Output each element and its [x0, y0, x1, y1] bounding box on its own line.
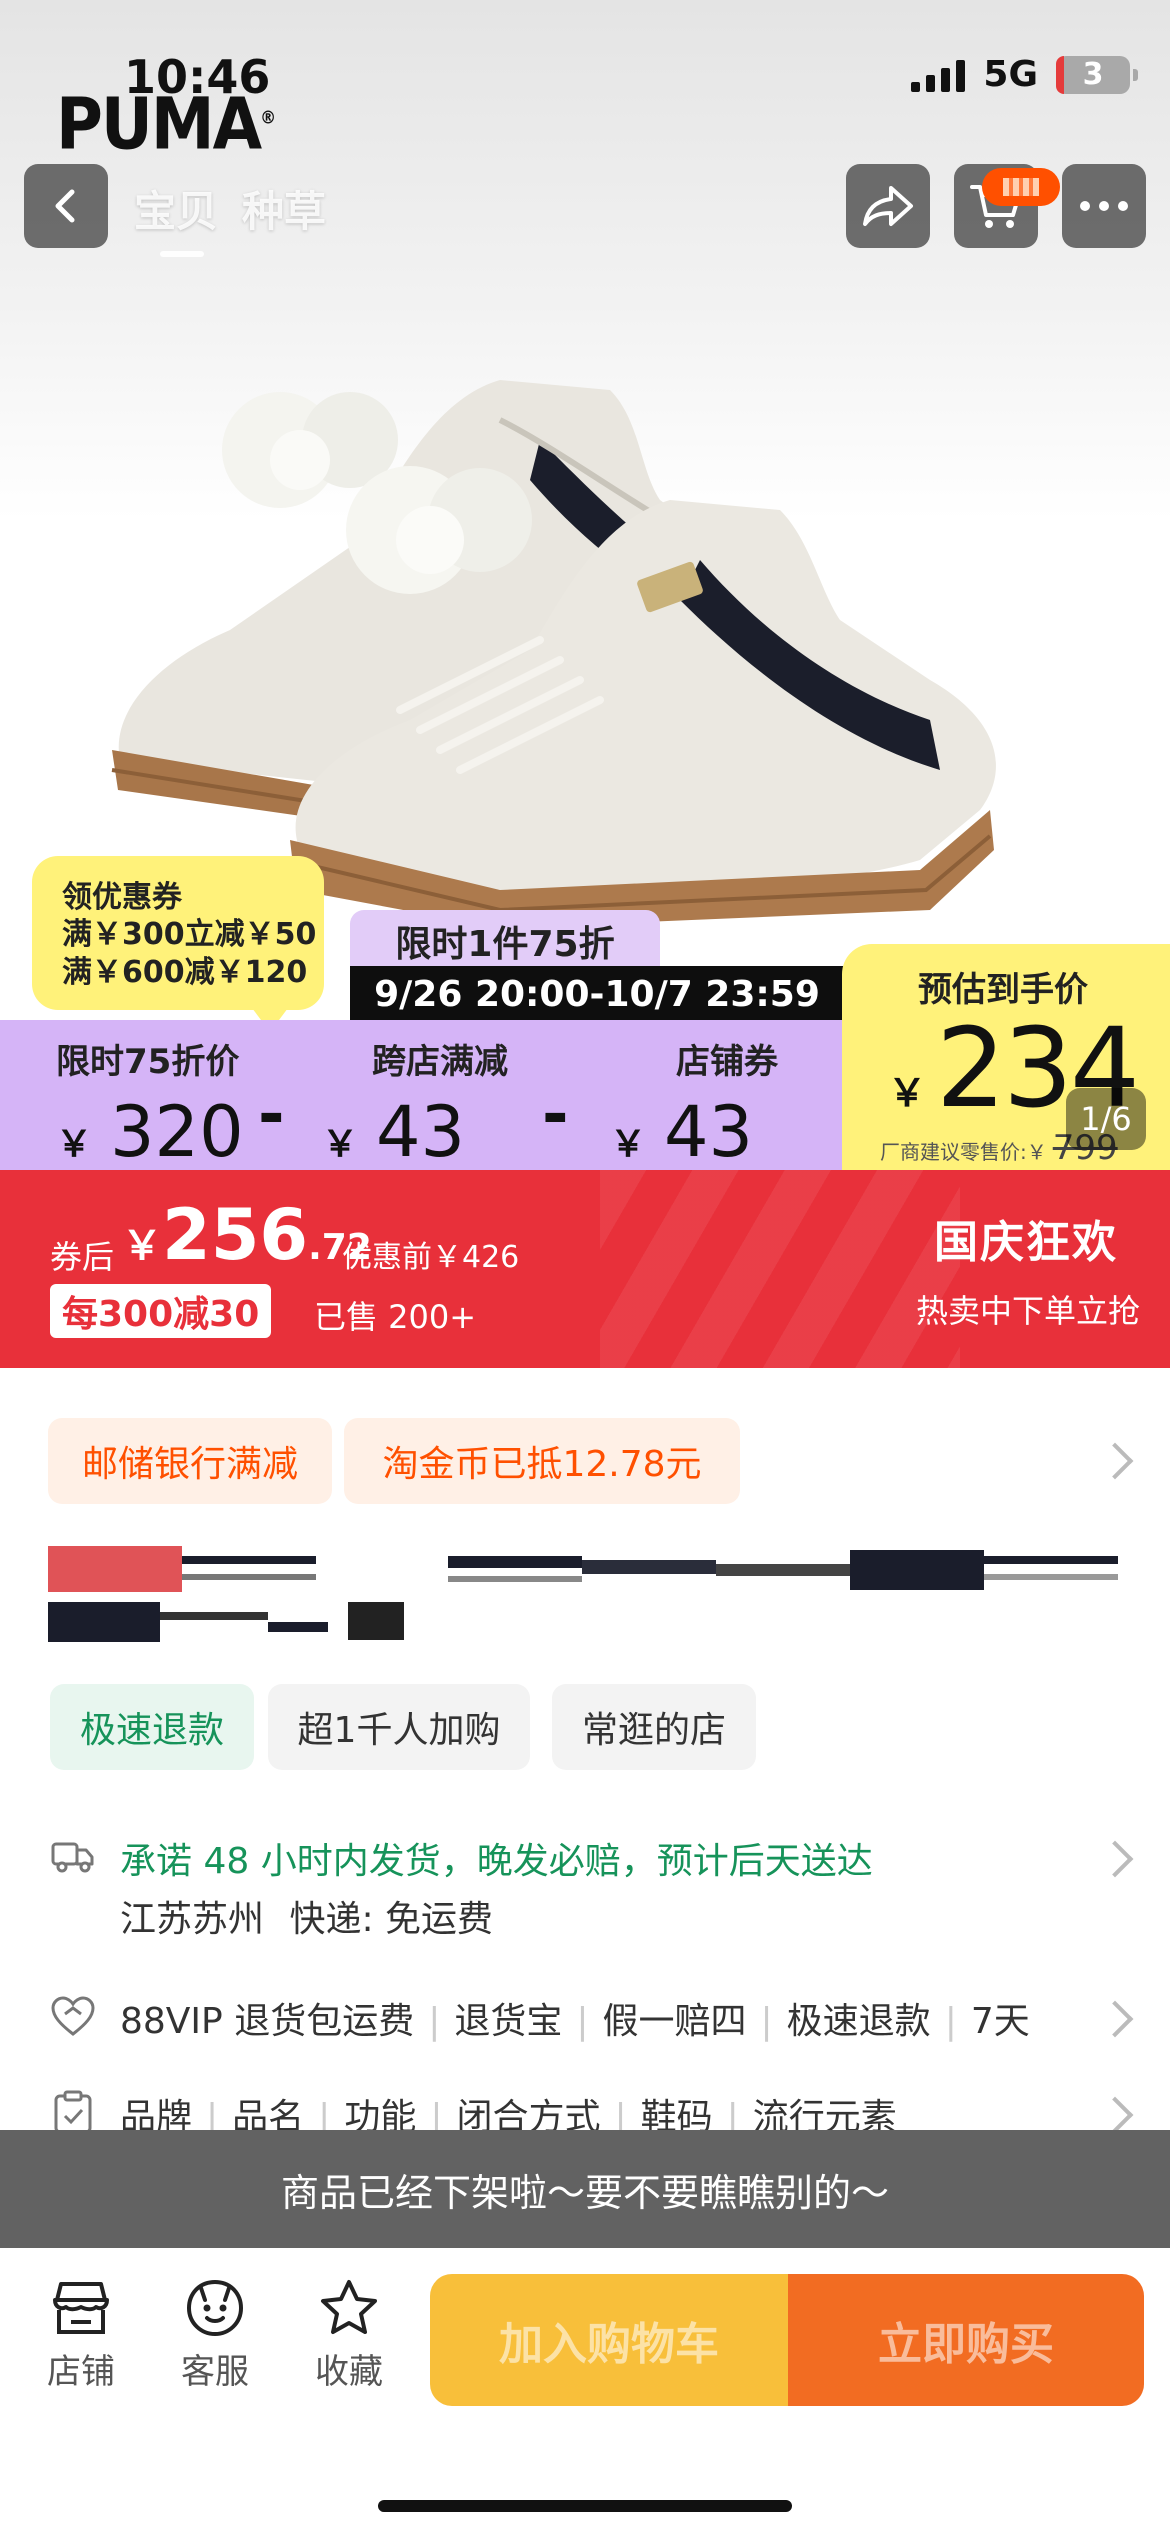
price-item: 跨店满减 ￥ 43 [322, 1034, 508, 1170]
retail-price-label: 厂商建议零售价:￥ [880, 1140, 1047, 1164]
heart-shield-icon [51, 1996, 95, 2036]
favorite-button[interactable]: 收藏 [294, 2278, 404, 2393]
more-icon [1080, 201, 1128, 211]
status-bar-right: 5G 3 [911, 54, 1138, 95]
product-image [111, 380, 996, 928]
battery-level: 3 [1082, 57, 1104, 92]
currency-symbol: ￥ [122, 1223, 162, 1269]
guarantee-item: 假一赔四 [602, 2001, 747, 2042]
price-item-label: 跨店满减 [372, 1042, 508, 1082]
signal-icon [911, 58, 966, 92]
product-title [48, 1546, 1122, 1656]
buy-now-button[interactable]: 立即购买 [788, 2274, 1144, 2406]
add-to-cart-button[interactable]: 加入购物车 [430, 2274, 788, 2406]
store-label: 店铺 [47, 2352, 115, 2392]
promo-banner[interactable]: 券后 ￥256.72 优惠前￥426 每300减30 已售 200+ 国庆狂欢 … [0, 1170, 1170, 1368]
home-indicator[interactable] [378, 2500, 792, 2512]
price-item-amount: 43 [664, 1091, 754, 1170]
price-item-amount: 320 [110, 1091, 244, 1170]
price-item-label: 限时75折价 [56, 1042, 240, 1082]
flash-sale-tag: 限时1件75折 [350, 910, 660, 972]
guarantee-item: 88VIP 退货包运费 [120, 2001, 415, 2042]
back-icon [55, 189, 75, 223]
currency-symbol: ￥ [610, 1124, 647, 1165]
currency-symbol: ￥ [56, 1124, 93, 1165]
nav-tabs: 宝贝 种草 [134, 178, 326, 257]
share-button[interactable] [846, 164, 930, 248]
minus-operator: - [542, 1078, 569, 1152]
popularity-tag[interactable]: 超1千人加购 [268, 1684, 530, 1770]
chevron-right-icon[interactable] [1096, 1442, 1134, 1480]
frequent-store-tag[interactable]: 常逛的店 [552, 1684, 756, 1770]
shipping-info: 江苏苏州 快递: 免运费 [120, 1890, 493, 1942]
offline-notice: 商品已经下架啦～要不要瞧瞧别的～ [0, 2130, 1170, 2248]
brand-logo-mark: ® [260, 106, 276, 128]
chevron-right-icon[interactable] [1096, 2096, 1134, 2134]
guarantee-item: 退货宝 [454, 2001, 563, 2042]
brand-logo-text: PUMA [56, 83, 262, 167]
store-icon [53, 2282, 109, 2334]
discount-rule-tag: 每300减30 [50, 1284, 272, 1338]
currency-symbol: ￥ [888, 1071, 927, 1115]
battery-icon: 3 [1056, 55, 1138, 94]
guarantee-list: 88VIP 退货包运费 | 退货宝 | 假一赔四 | 极速退款 | 7天 [120, 2001, 1030, 2042]
store-button[interactable]: 店铺 [26, 2278, 136, 2393]
chevron-right-icon[interactable] [1096, 1840, 1134, 1878]
price-item-amount: 43 [376, 1091, 466, 1170]
minus-operator: - [258, 1078, 285, 1152]
coins-discount-chip[interactable]: 淘金币已抵12.78元 [344, 1418, 740, 1504]
tab-reviews[interactable]: 种草 [242, 178, 326, 239]
bank-discount-chip[interactable]: 邮储银行满减 [48, 1418, 332, 1504]
cart-count-badge [982, 168, 1060, 206]
price-item-label: 店铺券 [676, 1042, 778, 1082]
price-item: 店铺券 ￥ 43 [610, 1034, 778, 1170]
event-subtitle: 热卖中下单立抢 [915, 1292, 1140, 1330]
coupon-bubble[interactable]: 领优惠券 满￥300立减￥50 满￥600减￥120 [32, 856, 324, 1032]
service-label: 客服 [181, 2352, 249, 2392]
back-button[interactable] [24, 164, 108, 248]
price-integer: 256 [162, 1194, 309, 1276]
shipping-promise: 承诺 48 小时内发货，晚发必赔，预计后天送达 [120, 1841, 873, 1882]
sold-count: 已售 200+ [314, 1298, 477, 1336]
more-button[interactable] [1062, 164, 1146, 248]
brand-logo: PUMA® [56, 83, 276, 167]
price-breakdown: 限时75折价 ￥ 320 - 跨店满减 ￥ 43 - 店铺券 ￥ 43 [0, 1020, 860, 1170]
after-coupon-price: ￥256.72 [122, 1194, 372, 1276]
image-counter: 1/6 [1066, 1088, 1146, 1150]
guarantee-item: 7天 [970, 2001, 1030, 2042]
coupon-line: 满￥600减￥120 [62, 955, 308, 990]
coupon-line: 满￥300立减￥50 [62, 917, 317, 952]
chevron-right-icon[interactable] [1096, 2000, 1134, 2038]
product-gallery[interactable]: 10:46 5G 3 PUMA® 宝贝 种草 领优惠券 满￥300立减￥50 满… [0, 0, 1170, 1170]
fast-refund-tag[interactable]: 极速退款 [50, 1684, 254, 1770]
customer-service-button[interactable]: 客服 [160, 2278, 270, 2393]
after-coupon-label: 券后 [50, 1238, 115, 1276]
flash-sale-time: 9/26 20:00-10/7 23:59 [350, 966, 844, 1022]
event-title: 国庆狂欢 [934, 1217, 1118, 1268]
network-type: 5G [983, 54, 1038, 95]
price-item: 限时75折价 ￥ 320 [56, 1034, 244, 1170]
share-icon [863, 186, 913, 226]
currency-symbol: ￥ [322, 1124, 359, 1165]
shipping-origin: 江苏苏州 [120, 1899, 265, 1940]
service-icon [186, 2279, 244, 2337]
star-icon [321, 2280, 377, 2334]
bottom-action-bar: 店铺 客服 收藏 加入购物车 立即购买 [0, 2248, 1170, 2532]
truck-icon [51, 1842, 94, 1873]
favorite-label: 收藏 [315, 2352, 383, 2392]
promo-decoration [600, 1170, 960, 1368]
coupon-title: 领优惠券 [62, 880, 182, 915]
tab-item[interactable]: 宝贝 [134, 178, 218, 257]
original-price: 优惠前￥426 [342, 1240, 520, 1275]
guarantee-item: 极速退款 [786, 2001, 931, 2042]
shipping-express: 快递: 免运费 [289, 1899, 494, 1940]
product-details: 邮储银行满减 淘金币已抵12.78元 极速退款 超1千人加购 常逛的店 承诺 4… [0, 1368, 1170, 2138]
